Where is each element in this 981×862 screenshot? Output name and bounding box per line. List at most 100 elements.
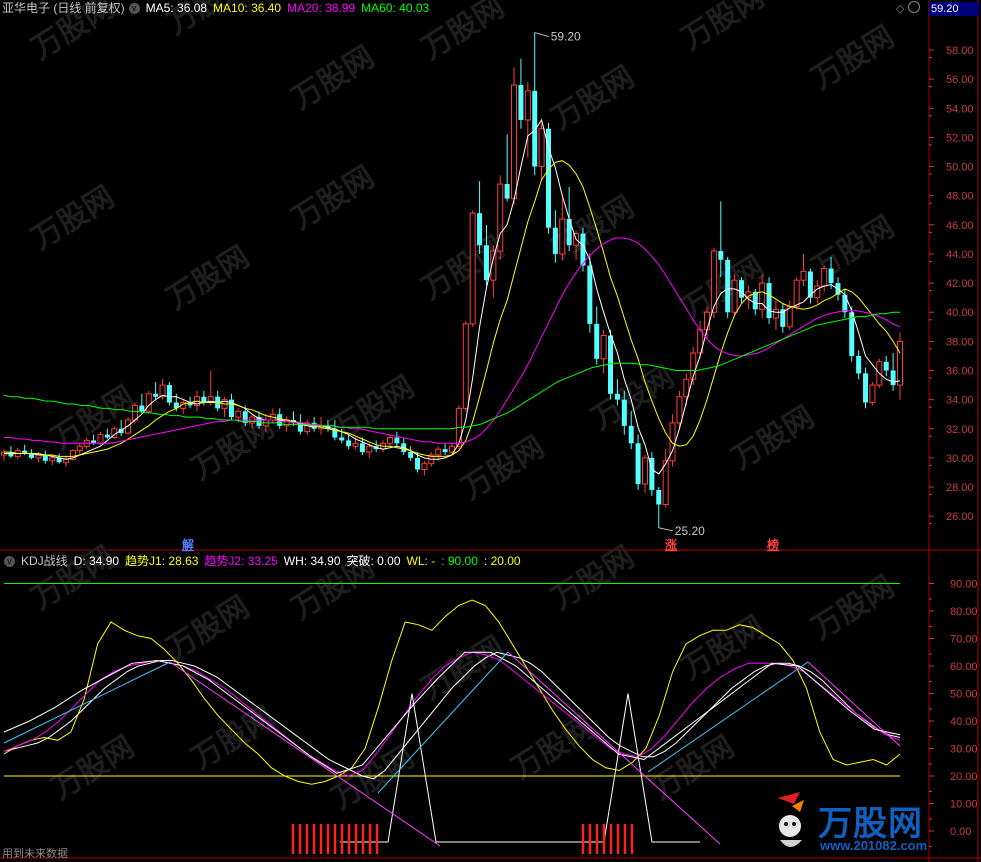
options-circle-icon[interactable]: [907, 1, 920, 13]
kdj-signal-bars: [291, 824, 634, 854]
watermark-mark: 万股网: [416, 630, 510, 706]
brand-url: www.201082.com: [820, 838, 928, 853]
candle-body: [511, 84, 518, 200]
d-value: D: 34.90: [73, 554, 120, 568]
stock-title: 亚华电子 (日线 前复权): [2, 1, 125, 15]
options-chevron-icon[interactable]: v: [128, 3, 140, 14]
candle-body: [104, 434, 110, 438]
candle-body: [483, 245, 489, 281]
kdj-tick-label: 80.00: [950, 606, 978, 618]
candle-body: [469, 212, 476, 325]
candle-body: [883, 361, 889, 371]
candle-body: [594, 323, 600, 359]
ma5-label: MA5: 36.08: [145, 1, 208, 15]
indicator-options-icon[interactable]: v: [4, 556, 15, 567]
candle-body: [386, 436, 393, 444]
brand-logo: 万股网 www.201082.com: [770, 790, 970, 856]
candle-body: [856, 355, 862, 374]
wh-value: WH: 34.90: [283, 554, 341, 568]
watermark-mark: 万股网: [286, 160, 380, 236]
watermark-mark: 万股网: [186, 700, 280, 776]
kdj-trend-line: [3, 661, 171, 744]
candle-body: [435, 448, 442, 456]
main-chart-header: 亚华电子 (日线 前复权) v MA5: 36.08 MA10: 36.40 MA20:…: [2, 0, 435, 16]
settings-diamond-icon[interactable]: ◇: [896, 3, 904, 15]
price-tick-label: 48.00: [946, 191, 974, 203]
j1-value: 趋势J1: 28.63: [125, 554, 199, 568]
ma10-label: MA10: 36.40: [213, 1, 282, 15]
ma60-label: MA60: 40.03: [361, 1, 430, 15]
candle-body: [600, 335, 607, 360]
price-tick-label: 44.00: [946, 249, 974, 261]
price-tick-label: 26.00: [946, 511, 974, 523]
watermark-mark: 万股网: [506, 710, 600, 786]
watermark-mark: 万股网: [806, 20, 900, 96]
price-tick-label: 40.00: [946, 307, 974, 319]
watermark-mark: 万股网: [726, 400, 820, 476]
candle-body: [641, 457, 648, 485]
candle-body: [559, 218, 566, 255]
kdj-tick-label: 70.00: [950, 634, 978, 646]
moving-average-lines: [3, 118, 901, 475]
price-tick-label: 34.00: [946, 395, 974, 407]
watermark-mark: 万股网: [806, 570, 900, 646]
candle-body: [800, 270, 807, 281]
indicator-name[interactable]: KDJ战线: [21, 554, 68, 568]
candle-body: [669, 422, 676, 462]
watermark-mark: 万股网: [806, 210, 900, 286]
candle-body: [614, 393, 620, 400]
breakout-value: 突破: 0.00: [346, 554, 401, 568]
candle-body: [394, 437, 400, 444]
candle-body: [676, 396, 683, 424]
main-price-axis: 26.00 28.00 30.00 32.00 34.00 36.00 38.00 40.00…: [929, 45, 974, 525]
candle-body: [869, 384, 876, 404]
watermark-mark: 万股网: [26, 540, 120, 616]
candle-body: [139, 405, 145, 412]
candle-body: [421, 463, 428, 471]
watermark-mark: 万股网: [286, 40, 380, 116]
candle-body: [863, 373, 869, 403]
corner-controls: ◇: [896, 1, 920, 15]
watermark-mark: 万股网: [546, 60, 640, 136]
candle-body: [518, 85, 524, 120]
low-pointer: [658, 527, 673, 532]
price-tick-label: 38.00: [946, 336, 974, 348]
kdj-tick-label: 50.00: [950, 689, 978, 701]
watermark-mark: 万股网: [326, 370, 420, 446]
watermark-mark: 万股网: [26, 180, 120, 256]
candle-body: [166, 385, 172, 403]
chart-frame: [0, 0, 981, 862]
watermark-mark: 万股网: [46, 730, 140, 806]
candle-body: [772, 308, 779, 319]
j2-value: 趋势J2: 33.25: [204, 554, 278, 568]
kdj-tick-label: 20.00: [950, 771, 978, 783]
kdj-tick-label: 90.00: [950, 579, 978, 591]
candle-body: [76, 445, 83, 452]
candle-body: [442, 449, 448, 453]
price-tick-label: 32.00: [946, 424, 974, 436]
price-tick-label: 36.00: [946, 365, 974, 377]
event-marker: 涨: [665, 537, 677, 552]
indicator-header: v KDJ战线 D: 34.90 趋势J1: 28.63 趋势J2: 33.25 WH: …: [2, 553, 527, 569]
candle-body: [587, 265, 593, 324]
high-price-label: 59.20: [551, 30, 581, 44]
price-tick-label: 58.00: [946, 45, 974, 57]
candle-body: [477, 213, 483, 246]
candle-body: [524, 90, 531, 121]
candle-body: [538, 128, 545, 168]
candle-body: [842, 294, 848, 313]
candle-body: [766, 283, 772, 319]
candle-body: [415, 457, 421, 470]
chart-canvas: 万股网 万股网万股网万股网万股网万股网万股网万股网万股网万股网万股网万股网万股网万…: [0, 0, 981, 862]
price-tick-label: 28.00: [946, 482, 974, 494]
level-high-value: : 90.00: [441, 554, 478, 568]
candle-body: [635, 443, 641, 485]
watermark-mark: 万股网: [676, 0, 770, 56]
ma-line-ma60: [3, 311, 900, 430]
kdj-fall-line: [807, 661, 901, 747]
candle-body: [738, 280, 744, 298]
candle-body: [662, 460, 669, 505]
brand-mascot-icon: [778, 792, 804, 847]
price-tick-label: 30.00: [946, 453, 974, 465]
candle-body: [346, 440, 352, 447]
